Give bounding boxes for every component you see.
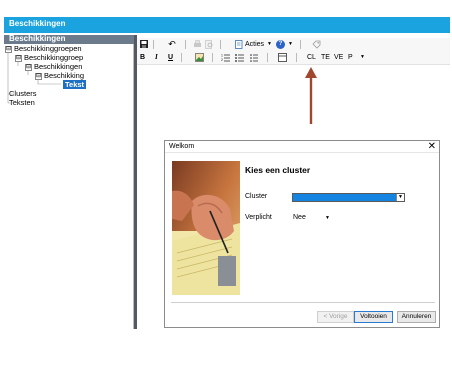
chevron-down-icon[interactable]: ▼ — [325, 215, 330, 221]
save-icon[interactable] — [140, 40, 148, 48]
dialog-title-bar: Welkom ✕ — [165, 141, 439, 153]
verplicht-label: Verplicht — [245, 214, 272, 221]
insert-p-button[interactable]: P — [348, 52, 353, 63]
svg-text:2: 2 — [221, 58, 223, 62]
document-icon[interactable] — [235, 40, 243, 49]
close-icon[interactable]: ✕ — [428, 141, 436, 152]
image-icon[interactable] — [195, 53, 204, 62]
help-icon[interactable]: ? — [276, 40, 285, 49]
print-preview-icon[interactable] — [205, 40, 214, 49]
previous-button[interactable]: < Vorige — [317, 311, 354, 323]
undo-icon[interactable]: ↶ — [167, 39, 177, 50]
cluster-select[interactable]: ▼ — [292, 193, 405, 202]
verplicht-select-value: Nee — [293, 214, 306, 221]
app-title: Beschikkingen — [9, 19, 66, 28]
bullet-list-icon[interactable] — [235, 53, 244, 62]
underline-button[interactable]: U — [168, 52, 173, 63]
tag-icon[interactable] — [312, 40, 321, 49]
italic-button[interactable]: I — [155, 52, 158, 63]
toolbar-separator — [185, 40, 186, 49]
dialog-divider — [171, 302, 435, 303]
panel-splitter[interactable] — [134, 35, 137, 329]
print-icon[interactable] — [193, 40, 202, 49]
welcome-dialog: Welkom ✕ Kies een cluster Cluster ▼ Verp… — [164, 140, 440, 328]
chevron-down-icon[interactable]: ▼ — [396, 194, 404, 201]
chevron-down-icon[interactable]: ▼ — [267, 39, 272, 50]
insert-cl-button[interactable]: CL — [307, 52, 316, 63]
numbered-list-icon[interactable]: 12 — [221, 53, 230, 62]
dialog-title: Welkom — [169, 143, 195, 150]
insert-te-button[interactable]: TE — [321, 52, 330, 63]
toolbar-separator — [300, 40, 301, 49]
app-title-bar: Beschikkingen — [4, 17, 450, 33]
toolbar-separator — [212, 53, 213, 62]
toolbar-separator — [220, 40, 221, 49]
dialog-heading: Kies een cluster — [245, 165, 311, 175]
toolbar-main: ↶ Acties ▼ ? ▼ — [137, 38, 450, 51]
toolbar-separator — [153, 40, 154, 49]
wizard-photo — [172, 161, 240, 295]
chevron-down-icon[interactable]: ▼ — [360, 52, 365, 63]
toolbar-separator — [267, 53, 268, 62]
acties-menu[interactable]: Acties — [245, 39, 265, 50]
table-icon[interactable] — [278, 53, 287, 62]
indent-list-icon[interactable] — [249, 53, 258, 62]
tree-panel: Beschikkingen ⊟ Beschikkinggroepen ⊟ Besch… — [4, 34, 134, 329]
tree-connector-lines — [7, 52, 61, 104]
annotation-arrow-icon — [305, 67, 317, 124]
toolbar-separator — [296, 53, 297, 62]
chevron-down-icon[interactable]: ▼ — [288, 39, 293, 50]
cancel-button[interactable]: Annuleren — [397, 311, 436, 323]
cluster-label: Cluster — [245, 193, 268, 200]
toolbar-separator — [181, 53, 182, 62]
svg-text:1: 1 — [221, 54, 223, 58]
insert-ve-button[interactable]: VE — [334, 52, 343, 63]
verplicht-select[interactable]: Nee ▼ — [292, 214, 330, 223]
finish-button[interactable]: Voltooien — [354, 311, 393, 323]
bold-button[interactable]: B — [140, 52, 145, 63]
toolbar-format: B I U 12 CL TE VE P ▼ — [137, 51, 450, 65]
